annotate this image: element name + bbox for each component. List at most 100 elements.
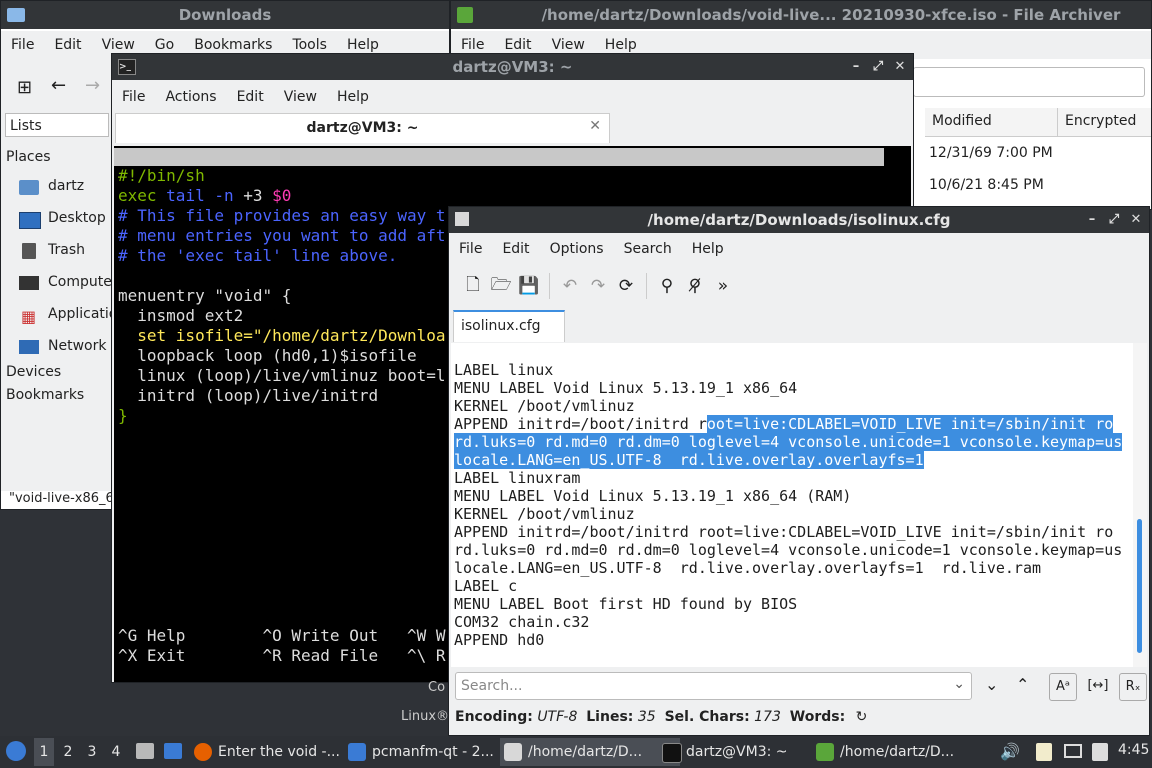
term-token: -n bbox=[214, 186, 244, 205]
place-computer[interactable]: Compute bbox=[19, 273, 113, 297]
place-dartz[interactable]: dartz bbox=[19, 177, 113, 201]
place-network[interactable]: Network bbox=[19, 337, 113, 361]
terminal-tab-label: dartz@VM3: ~ bbox=[306, 120, 419, 136]
fm-menu-tools[interactable]: Tools bbox=[282, 37, 337, 53]
term-line: # the 'exec tail' line above. bbox=[118, 246, 398, 265]
ed-menu-help[interactable]: Help bbox=[682, 241, 734, 257]
ed-menu-options[interactable]: Options bbox=[540, 241, 614, 257]
term-menu-help[interactable]: Help bbox=[327, 89, 379, 105]
redo-icon[interactable]: ↷ bbox=[584, 272, 612, 300]
ar-menu-edit[interactable]: Edit bbox=[494, 37, 541, 53]
table-row[interactable]: 12/31/69 7:00 PM bbox=[929, 145, 1053, 161]
task-pcmanfm[interactable]: pcmanfm-qt - 2... bbox=[344, 738, 522, 766]
task-firefox[interactable]: Enter the void -... bbox=[190, 738, 368, 766]
minimize-icon[interactable]: – bbox=[847, 58, 865, 76]
term-menu-file[interactable]: File bbox=[112, 89, 155, 105]
task-editor[interactable]: /home/dartz/D... bbox=[500, 738, 680, 766]
ed-menu-edit[interactable]: Edit bbox=[492, 241, 539, 257]
trash-icon bbox=[22, 243, 36, 259]
fm-bottom-text-1: Co bbox=[428, 680, 446, 695]
fm-menu-edit[interactable]: Edit bbox=[44, 37, 91, 53]
search-icon[interactable]: ⚲ bbox=[653, 272, 681, 300]
editor-icon bbox=[504, 743, 522, 761]
fm-menu-go[interactable]: Go bbox=[145, 37, 184, 53]
undo-icon[interactable]: ↶ bbox=[556, 272, 584, 300]
whole-word-icon[interactable]: [↔] bbox=[1085, 673, 1111, 699]
search-input[interactable]: Search... ⌄ bbox=[455, 672, 972, 700]
forward-arrow-icon[interactable]: → bbox=[85, 75, 100, 96]
save-icon[interactable]: 💾 bbox=[515, 272, 543, 300]
column-modified[interactable]: Modified bbox=[932, 113, 992, 129]
task-archiver[interactable]: /home/dartz/D... bbox=[812, 738, 990, 766]
regex-icon[interactable]: Rₓ bbox=[1119, 673, 1147, 701]
term-token: +3 bbox=[243, 186, 273, 205]
new-tab-icon[interactable]: ⊞ bbox=[17, 77, 32, 98]
terminal-tab[interactable]: dartz@VM3: ~ ✕ bbox=[115, 113, 610, 143]
fm-menu-file[interactable]: File bbox=[1, 37, 44, 53]
place-applications[interactable]: ▦ Applicatio bbox=[19, 305, 113, 329]
network-tray-icon[interactable] bbox=[1064, 744, 1082, 758]
search-replace-icon[interactable]: ⚲̸ bbox=[681, 272, 709, 300]
column-encrypted[interactable]: Encrypted bbox=[1065, 113, 1136, 129]
desktop-3[interactable]: 3 bbox=[82, 738, 102, 766]
archive-icon bbox=[816, 743, 834, 761]
folder-icon bbox=[348, 743, 366, 761]
archiver-path-field[interactable] bbox=[913, 67, 1145, 97]
archiver-titlebar[interactable]: /home/dartz/Downloads/void-live... 20210… bbox=[451, 1, 1151, 29]
match-case-icon[interactable]: Aᵃ bbox=[1049, 673, 1077, 701]
lines-label: Lines: bbox=[586, 709, 634, 725]
place-desktop[interactable]: Desktop bbox=[19, 209, 113, 233]
removable-media-icon[interactable] bbox=[1092, 743, 1108, 761]
editor-titlebar[interactable]: /home/dartz/Downloads/isolinux.cfg – ⤢ ✕ bbox=[449, 207, 1149, 233]
show-desktop-icon[interactable] bbox=[164, 743, 182, 759]
reload-icon[interactable]: ⟳ bbox=[612, 272, 640, 300]
chevron-down-icon[interactable]: ⌄ bbox=[953, 676, 965, 692]
back-arrow-icon[interactable]: ← bbox=[51, 75, 66, 96]
fm-menu-help[interactable]: Help bbox=[337, 37, 389, 53]
start-menu-icon[interactable] bbox=[6, 741, 26, 761]
maximize-icon[interactable]: ⤢ bbox=[869, 58, 887, 76]
file-manager-launcher-icon[interactable] bbox=[136, 743, 154, 759]
more-chevrons-icon[interactable]: » bbox=[709, 272, 737, 300]
clock[interactable]: 4:45 bbox=[1118, 742, 1149, 758]
sel-chars-value: 173 bbox=[754, 709, 781, 725]
place-label: Compute bbox=[48, 274, 112, 290]
ar-menu-file[interactable]: File bbox=[451, 37, 494, 53]
term-menu-edit[interactable]: Edit bbox=[227, 89, 274, 105]
editor-toolbar: 🗋 🗁 💾 ↶ ↷ ⟳ ⚲ ⚲̸ » bbox=[459, 271, 737, 301]
fm-menu-view[interactable]: View bbox=[92, 37, 145, 53]
terminal-titlebar[interactable]: >_ dartz@VM3: ~ – ⤢ ✕ bbox=[112, 54, 913, 80]
editor-tab[interactable]: isolinux.cfg bbox=[453, 310, 565, 342]
task-terminal[interactable]: dartz@VM3: ~ bbox=[658, 738, 836, 766]
editor-scrollbar[interactable] bbox=[1133, 343, 1147, 667]
clipboard-icon[interactable] bbox=[1036, 743, 1052, 761]
file-manager-titlebar[interactable]: Downloads bbox=[1, 1, 449, 29]
term-line: } bbox=[118, 406, 128, 425]
desktop-1[interactable]: 1 bbox=[34, 738, 54, 766]
ed-menu-search[interactable]: Search bbox=[614, 241, 682, 257]
close-icon[interactable]: ✕ bbox=[891, 58, 909, 76]
lists-dropdown[interactable]: Lists bbox=[5, 113, 109, 137]
table-row[interactable]: 10/6/21 8:45 PM bbox=[929, 177, 1044, 193]
tab-close-icon[interactable]: ✕ bbox=[589, 118, 601, 134]
ar-menu-help[interactable]: Help bbox=[595, 37, 647, 53]
find-previous-icon[interactable]: ⌃ bbox=[1016, 675, 1029, 694]
new-file-icon[interactable]: 🗋 bbox=[459, 272, 487, 300]
scrollbar-thumb[interactable] bbox=[1137, 519, 1142, 653]
maximize-icon[interactable]: ⤢ bbox=[1105, 211, 1123, 229]
ed-menu-file[interactable]: File bbox=[449, 241, 492, 257]
open-folder-icon[interactable]: 🗁 bbox=[487, 272, 515, 300]
ar-menu-view[interactable]: View bbox=[542, 37, 595, 53]
desktop-4[interactable]: 4 bbox=[106, 738, 126, 766]
place-trash[interactable]: Trash bbox=[19, 241, 113, 265]
refresh-words-icon[interactable]: ↻ bbox=[856, 709, 868, 725]
volume-icon[interactable]: 🔊 bbox=[1000, 742, 1020, 761]
desktop-2[interactable]: 2 bbox=[58, 738, 78, 766]
term-menu-actions[interactable]: Actions bbox=[155, 89, 226, 105]
editor-text-area[interactable]: LABEL linux MENU LABEL Void Linux 5.13.1… bbox=[451, 343, 1133, 667]
close-icon[interactable]: ✕ bbox=[1127, 211, 1145, 229]
term-menu-view[interactable]: View bbox=[274, 89, 327, 105]
minimize-icon[interactable]: – bbox=[1083, 211, 1101, 229]
fm-menu-bookmarks[interactable]: Bookmarks bbox=[184, 37, 282, 53]
find-next-icon[interactable]: ⌄ bbox=[985, 675, 998, 694]
